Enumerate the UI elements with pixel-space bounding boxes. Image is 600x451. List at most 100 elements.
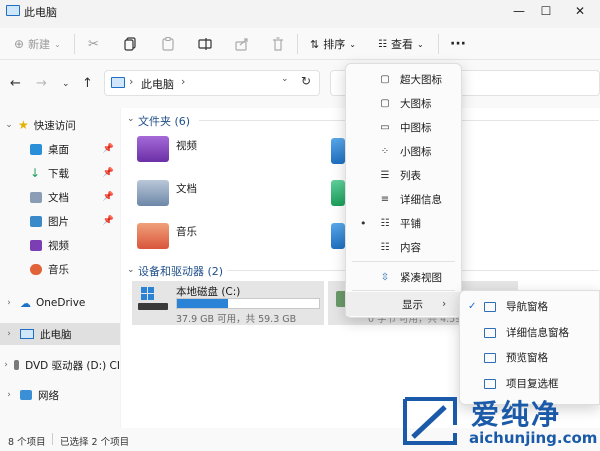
menu-item-label: 内容 [400,241,421,254]
folder-label[interactable]: 视频 [176,138,197,153]
chevron-right-icon: › [7,390,11,400]
videos-folder-icon[interactable] [137,136,169,162]
submenu-item-details-pane[interactable]: 详细信息窗格 [460,320,600,345]
command-bar: ⊕ 新建 ⌄ ✂ ⇅ 排序 ⌄ ☷ 查看 ⌄ ··· [0,28,600,60]
menu-item-large-icons[interactable]: ▢ 大图标 [346,91,461,115]
drive-space-text: 37.9 GB 可用，共 59.3 GB [176,314,297,325]
music-folder-icon[interactable] [137,223,169,249]
recent-chevron-icon[interactable]: ⌄ [62,79,70,89]
forward-arrow-icon[interactable]: → [36,76,47,91]
menu-item-medium-icons[interactable]: ▭ 中图标 [346,115,461,139]
breadcrumb-separator: › [181,75,186,88]
menu-item-label: 显示 [402,298,423,311]
chevron-down-icon[interactable]: ⌄ [127,114,135,124]
documents-icon [30,191,42,203]
menu-item-label: 详细信息 [400,193,442,206]
sidebar-item-desktop[interactable]: 桌面 📌 [0,138,120,160]
sidebar-item-documents[interactable]: 文档 📌 [0,186,120,208]
submenu-item-label: 详细信息窗格 [506,327,569,339]
pictures-folder-icon[interactable] [331,223,345,249]
chevron-down-icon[interactable]: ⌄ [127,265,135,275]
breadcrumb-this-pc[interactable]: 此电脑 [141,76,174,92]
sidebar-item-dvd-drive[interactable]: › DVD 驱动器 (D:) CI [0,354,120,376]
up-arrow-icon[interactable]: ↑ [82,76,93,91]
maximize-button[interactable]: ☐ [532,2,560,20]
sidebar-item-music[interactable]: 音乐 [0,258,120,280]
sort-label: 排序 [323,38,346,51]
copy-icon[interactable] [124,36,136,52]
sidebar-item-label: 下载 [48,167,69,180]
sidebar-item-videos[interactable]: 视频 [0,234,120,256]
submenu-item-navigation-pane[interactable]: ✓ 导航窗格 [460,294,600,319]
content-icon: ☷ [380,241,390,253]
divider [352,290,455,291]
this-pc-icon [6,5,20,16]
large-icons-icon: ▢ [380,97,390,109]
network-icon [20,390,32,400]
more-options-icon[interactable]: ··· [450,36,466,52]
pin-icon[interactable]: 📌 [103,144,114,154]
cut-icon[interactable]: ✂ [88,36,99,52]
sidebar-item-network[interactable]: › 网络 [0,384,120,406]
refresh-icon[interactable]: ↻ [301,74,311,88]
sidebar-item-quick-access[interactable]: ⌄ ★ 快速访问 [0,114,120,136]
sidebar-item-label: 桌面 [48,143,69,156]
watermark-brand: 爱纯净 [471,398,562,431]
menu-item-show[interactable]: 显示 › [346,292,461,316]
menu-item-tiles[interactable]: • ☷ 平铺 [346,211,461,235]
medium-icons-icon: ▭ [380,121,390,133]
sort-button[interactable]: ⇅ 排序 ⌄ [310,36,356,52]
menu-item-details[interactable]: ≡ 详细信息 [346,187,461,211]
sidebar-item-pictures[interactable]: 图片 📌 [0,210,120,232]
sidebar-item-onedrive[interactable]: › ☁ OneDrive [0,292,120,314]
view-button[interactable]: ☷ 查看 ⌄ [378,36,424,52]
view-menu: ▢ 超大图标 ▢ 大图标 ▭ 中图标 ⁘ 小图标 ☰ 列表 ≡ 详细信息 • ☷… [345,63,462,318]
address-dropdown-icon[interactable]: ⌄ [281,74,289,84]
watermark: 爱纯净 aichunjing.com [397,393,600,451]
share-icon[interactable] [235,36,249,52]
folders-group-header[interactable]: 文件夹 (6) [138,113,190,129]
menu-item-content[interactable]: ☷ 内容 [346,235,461,259]
address-bar[interactable]: › 此电脑 › ⌄ ↻ [104,70,320,96]
submenu-item-preview-pane[interactable]: 预览窗格 [460,345,600,370]
window-title: 此电脑 [24,6,57,19]
pin-icon[interactable]: 📌 [103,192,114,202]
close-button[interactable]: ✕ [566,2,594,20]
chevron-right-icon: › [7,298,11,308]
divider [438,34,439,54]
cloud-icon: ☁ [20,296,31,310]
rename-icon[interactable] [198,36,212,52]
pin-icon[interactable]: 📌 [103,168,114,178]
tiles-icon: ☷ [380,217,390,229]
back-arrow-icon[interactable]: ← [10,76,21,91]
folder-label[interactable]: 文档 [176,181,197,196]
devices-group-header[interactable]: 设备和驱动器 (2) [138,263,223,279]
chevron-down-icon: ⌄ [416,39,424,49]
sidebar-item-label: 文档 [48,191,69,204]
pictures-icon [30,215,42,227]
paste-icon[interactable] [162,36,174,52]
navigation-pane: ⌄ ★ 快速访问 桌面 📌 ↓ 下载 📌 文档 📌 图片 📌 视频 音乐 › ☁… [0,108,120,428]
sidebar-item-this-pc[interactable]: › 此电脑 [0,323,120,345]
menu-item-list[interactable]: ☰ 列表 [346,163,461,187]
title-bar: 此电脑 — ☐ ✕ [0,0,600,22]
downloads-folder-icon[interactable] [331,138,345,164]
menu-item-small-icons[interactable]: ⁘ 小图标 [346,139,461,163]
desktop-folder-icon[interactable] [331,180,345,206]
menu-item-compact-view[interactable]: ⇳ 紧凑视图 [346,265,461,289]
drive-icon [138,287,168,315]
menu-item-label: 大图标 [400,97,432,110]
documents-folder-icon[interactable] [137,180,169,206]
minimize-button[interactable]: — [505,2,533,20]
chevron-right-icon: › [442,298,447,310]
new-label: 新建 [28,38,51,51]
delete-icon[interactable] [272,36,284,52]
folder-label[interactable]: 音乐 [176,224,197,239]
local-disk-c-tile[interactable]: 本地磁盘 (C:) 37.9 GB 可用，共 59.3 GB [132,281,324,325]
chevron-right-icon: › [7,329,11,339]
drive-usage-bar [176,298,320,309]
menu-item-extra-large-icons[interactable]: ▢ 超大图标 [346,67,461,91]
pin-icon[interactable]: 📌 [103,216,114,226]
new-button[interactable]: ⊕ 新建 ⌄ [14,36,61,52]
sidebar-item-downloads[interactable]: ↓ 下载 📌 [0,162,120,184]
